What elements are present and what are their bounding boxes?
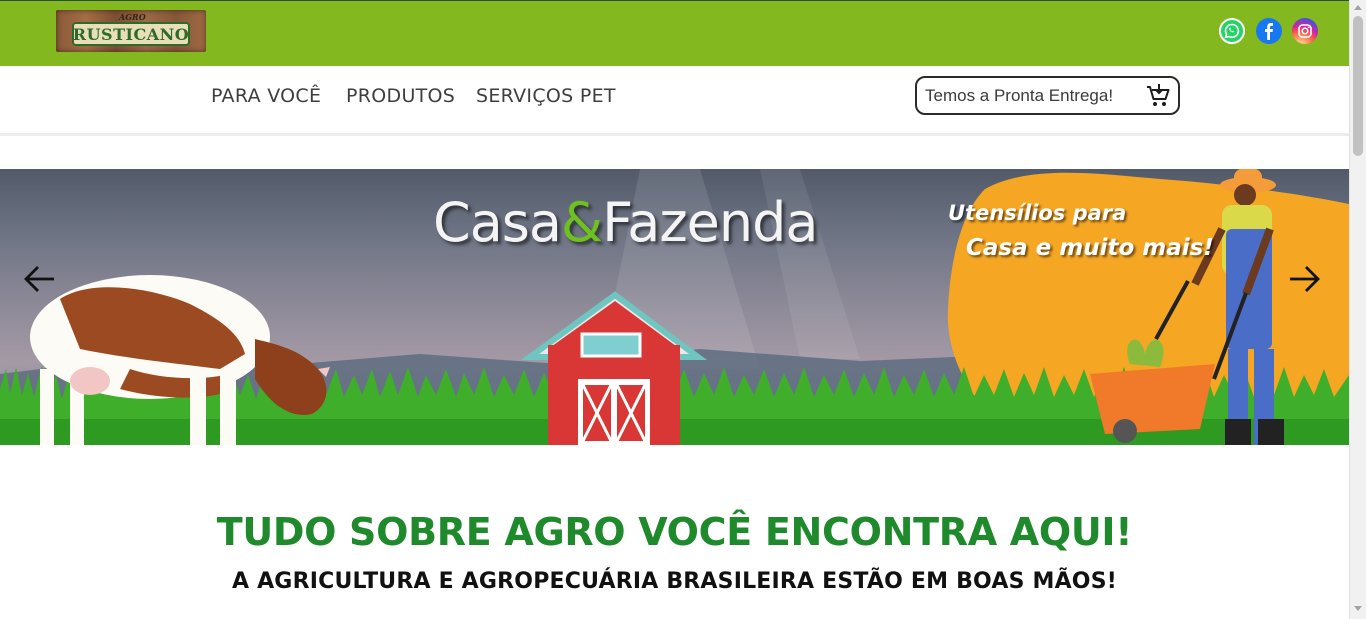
nav-item-para-voce[interactable]: PARA VOCÊ bbox=[211, 85, 321, 107]
cart-button[interactable] bbox=[1145, 82, 1173, 110]
hero-banner[interactable]: Casa&Fazenda Utensílios para Casa e muit… bbox=[0, 169, 1349, 445]
banner-title-fazenda: Fazenda bbox=[602, 191, 818, 254]
logo-plaque: RUSTICANO bbox=[72, 22, 190, 46]
page-scrollbar[interactable] bbox=[1349, 0, 1366, 619]
scroll-down-arrow[interactable] bbox=[1354, 606, 1362, 611]
logo-tagline: AGRO bbox=[119, 12, 146, 22]
whatsapp-icon bbox=[1224, 23, 1240, 39]
instagram-link[interactable] bbox=[1292, 18, 1318, 44]
top-bar: AGRO RUSTICANO bbox=[0, 0, 1349, 66]
banner-title-casa: Casa bbox=[433, 191, 562, 254]
scroll-thumb[interactable] bbox=[1353, 16, 1363, 156]
nav-item-produtos[interactable]: PRODUTOS bbox=[346, 85, 455, 107]
banner-slogan-line2: Casa e muito mais! bbox=[966, 235, 1214, 261]
facebook-icon bbox=[1265, 22, 1273, 40]
main-nav: PARA VOCÊ PRODUTOS SERVIÇOS PET bbox=[0, 66, 1349, 136]
nav-item-servicos-pet[interactable]: SERVIÇOS PET bbox=[476, 85, 616, 107]
banner-title-amp: & bbox=[561, 191, 603, 254]
carousel-next-button[interactable] bbox=[1286, 261, 1326, 301]
site-logo[interactable]: AGRO RUSTICANO bbox=[56, 10, 206, 52]
logo-name: RUSTICANO bbox=[72, 24, 190, 44]
page-subheadline: A AGRICULTURA E AGROPECUÁRIA BRASILEIRA … bbox=[232, 569, 1117, 594]
facebook-link[interactable] bbox=[1256, 18, 1282, 44]
arrow-left-icon bbox=[24, 266, 54, 292]
search-box bbox=[915, 76, 1180, 115]
banner-title: Casa&Fazenda bbox=[433, 191, 819, 254]
carousel-prev-button[interactable] bbox=[22, 261, 62, 301]
banner-slogan-line1: Utensílios para bbox=[948, 201, 1127, 225]
whatsapp-link[interactable] bbox=[1219, 18, 1245, 44]
search-input[interactable] bbox=[925, 84, 1135, 107]
arrow-right-icon bbox=[1290, 266, 1320, 292]
page-headline: TUDO SOBRE AGRO VOCÊ ENCONTRA AQUI! bbox=[216, 510, 1133, 554]
instagram-icon bbox=[1298, 24, 1312, 38]
cart-icon bbox=[1147, 84, 1170, 106]
scroll-up-arrow[interactable] bbox=[1354, 5, 1362, 10]
